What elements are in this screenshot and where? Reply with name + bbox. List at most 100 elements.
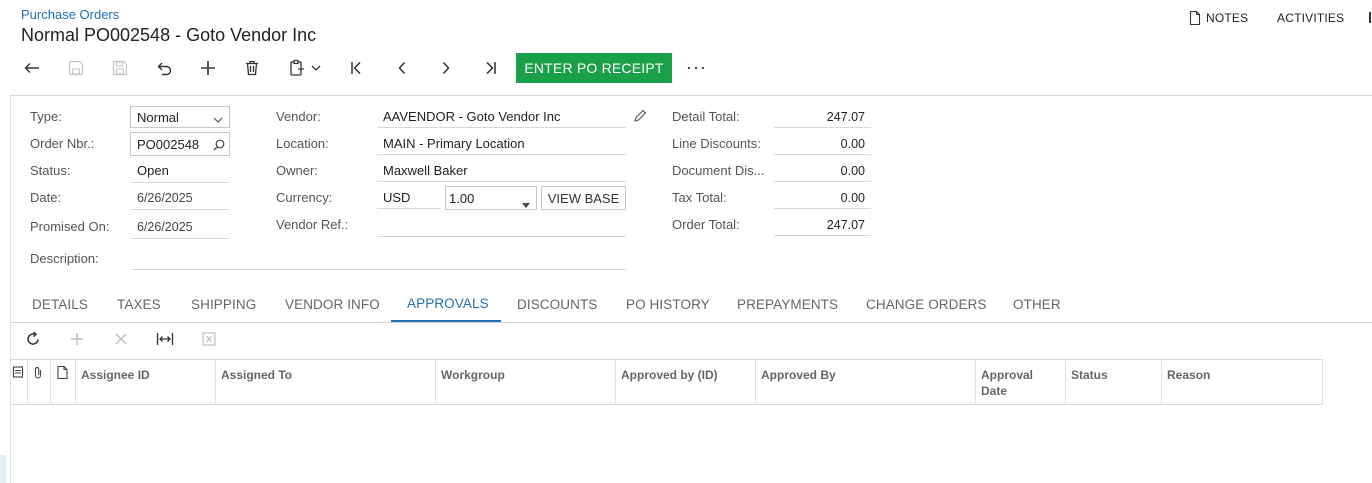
date-value: 6/26/2025 xyxy=(137,191,193,205)
order-nbr-label: Order Nbr.: xyxy=(30,136,95,151)
notes-button[interactable]: NOTES xyxy=(1189,11,1248,25)
page-title: Normal PO002548 - Goto Vendor Inc xyxy=(21,25,317,45)
caret-down-icon xyxy=(522,195,530,213)
attachment-column[interactable] xyxy=(28,360,51,405)
column-header-status[interactable]: Status xyxy=(1066,360,1162,405)
tab-taxes[interactable]: TAXES xyxy=(117,297,161,312)
tab-approvals[interactable]: APPROVALS xyxy=(407,296,489,311)
currency-value: USD xyxy=(383,190,411,205)
save-button[interactable] xyxy=(107,56,133,80)
tab-details[interactable]: DETAILS xyxy=(32,297,88,312)
activities-button[interactable]: ACTIVITIES xyxy=(1277,11,1344,25)
column-header-approval-date[interactable]: Approval Date xyxy=(976,360,1066,405)
row-selector-column[interactable] xyxy=(10,360,28,405)
tab-discounts[interactable]: DISCOUNTS xyxy=(517,297,597,312)
undo-button[interactable] xyxy=(151,56,177,80)
note-icon xyxy=(1189,11,1201,25)
first-icon xyxy=(349,61,365,75)
column-header-workgroup[interactable]: Workgroup xyxy=(436,360,616,405)
column-header-approved-by[interactable]: Approved By xyxy=(756,360,976,405)
activities-label: ACTIVITIES xyxy=(1277,11,1345,25)
status-label: Status: xyxy=(30,163,71,178)
type-value: Normal xyxy=(137,110,179,125)
note-icon xyxy=(57,365,68,382)
description-field[interactable] xyxy=(131,247,626,270)
side-panel-edge xyxy=(0,455,6,483)
first-record-button[interactable] xyxy=(344,56,370,80)
next-record-button[interactable] xyxy=(433,56,459,80)
search-icon[interactable] xyxy=(213,138,225,156)
fit-columns-button[interactable] xyxy=(154,331,176,351)
delete-row-button[interactable] xyxy=(110,331,132,351)
column-header-approved-by-id[interactable]: Approved by (ID) xyxy=(616,360,756,405)
type-select[interactable]: Normal xyxy=(130,106,230,128)
notes-label: NOTES xyxy=(1206,11,1249,25)
detail-total-field: 247.07 xyxy=(774,105,871,128)
add-button[interactable] xyxy=(195,56,221,80)
back-button[interactable] xyxy=(19,56,45,80)
tab-prepayments[interactable]: PREPAYMENTS xyxy=(737,297,838,312)
close-icon xyxy=(115,332,127,350)
copy-paste-menu-button[interactable] xyxy=(283,56,327,80)
save-and-close-button[interactable] xyxy=(63,56,89,80)
owner-field[interactable]: Maxwell Baker xyxy=(377,159,626,182)
order-total-field: 247.07 xyxy=(774,213,871,236)
currency-label: Currency: xyxy=(276,190,333,205)
currency-field[interactable]: USD xyxy=(377,186,441,209)
location-label: Location: xyxy=(276,136,329,151)
column-header-assignee-id[interactable]: Assignee ID xyxy=(76,360,216,405)
location-field[interactable]: MAIN - Primary Location xyxy=(377,132,626,155)
previous-record-button[interactable] xyxy=(389,56,415,80)
order-total-label: Order Total: xyxy=(672,217,740,232)
order-nbr-field[interactable]: PO002548 xyxy=(130,132,230,156)
tax-total-label: Tax Total: xyxy=(672,190,727,205)
view-base-button[interactable]: VIEW BASE xyxy=(541,186,626,210)
detail-total-label: Detail Total: xyxy=(672,109,740,124)
order-total-value: 247.07 xyxy=(826,218,865,232)
tab-vendor-info[interactable]: VENDOR INFO xyxy=(285,297,380,312)
document-discount-field: 0.00 xyxy=(774,159,871,182)
vendor-ref-label: Vendor Ref.: xyxy=(276,217,349,232)
description-label: Description: xyxy=(30,251,99,266)
chevron-right-icon xyxy=(441,61,451,75)
active-tab-indicator xyxy=(391,320,501,322)
export-excel-button[interactable] xyxy=(198,331,220,351)
date-field[interactable]: 6/26/2025 xyxy=(131,187,229,210)
approvals-grid: Assignee ID Assigned To Workgroup Approv… xyxy=(10,359,1323,405)
trash-icon xyxy=(245,60,259,76)
add-row-button[interactable] xyxy=(66,331,88,351)
owner-value: Maxwell Baker xyxy=(383,163,468,178)
more-actions-button[interactable]: ··· xyxy=(686,57,707,78)
chevron-left-icon xyxy=(397,61,407,75)
save-icon xyxy=(112,60,128,76)
last-record-button[interactable] xyxy=(477,56,503,80)
refresh-button[interactable] xyxy=(22,330,44,352)
tab-po-history[interactable]: PO HISTORY xyxy=(626,297,710,312)
column-header-assigned-to[interactable]: Assigned To xyxy=(216,360,436,405)
excel-icon xyxy=(202,331,216,351)
tab-shipping[interactable]: SHIPPING xyxy=(191,297,256,312)
vendor-field[interactable]: AAVENDOR - Goto Vendor Inc xyxy=(377,105,626,128)
promised-on-field[interactable]: 6/26/2025 xyxy=(131,216,229,239)
breadcrumb[interactable]: Purchase Orders xyxy=(21,7,119,22)
line-discounts-value: 0.00 xyxy=(840,137,865,151)
tax-total-value: 0.00 xyxy=(840,191,865,205)
files-icon xyxy=(12,366,24,381)
enter-po-receipt-button[interactable]: ENTER PO RECEIPT xyxy=(516,53,672,83)
delete-button[interactable] xyxy=(239,56,265,80)
refresh-icon xyxy=(25,330,41,352)
line-discounts-field: 0.00 xyxy=(774,132,871,155)
location-value: MAIN - Primary Location xyxy=(383,136,525,151)
tab-change-orders[interactable]: CHANGE ORDERS xyxy=(866,297,987,312)
vendor-ref-field[interactable] xyxy=(377,214,626,237)
document-discount-value: 0.00 xyxy=(840,164,865,178)
pencil-icon[interactable] xyxy=(633,109,647,128)
column-header-reason[interactable]: Reason xyxy=(1162,360,1323,405)
overflow-edge-icon xyxy=(1369,12,1371,23)
promised-on-label: Promised On: xyxy=(30,219,110,234)
save-close-icon xyxy=(68,60,84,76)
document-discount-label: Document Dis... xyxy=(672,163,765,178)
note-column[interactable] xyxy=(51,360,76,405)
currency-rate-select[interactable]: 1.00 xyxy=(445,186,537,210)
tab-other[interactable]: OTHER xyxy=(1013,297,1061,312)
